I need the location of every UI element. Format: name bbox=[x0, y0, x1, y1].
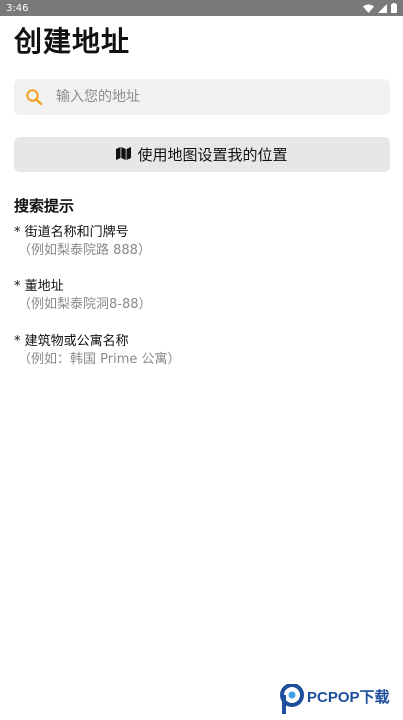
tips-title: 搜索提示 bbox=[14, 197, 75, 215]
map-icon bbox=[116, 146, 132, 164]
tip-item: * 建筑物或公寓名称 （例如：韩国 Prime 公寓） bbox=[14, 333, 181, 369]
tip-example: （例如：韩国 Prime 公寓） bbox=[18, 352, 181, 367]
tip-example: （例如梨泰院洞8-88） bbox=[18, 297, 152, 312]
battery-icon bbox=[391, 3, 397, 13]
status-bar: 3:46 bbox=[0, 0, 403, 16]
tip-main: * 董地址 bbox=[14, 279, 64, 294]
tip-example: （例如梨泰院路 888） bbox=[18, 243, 151, 258]
status-icons bbox=[363, 3, 397, 13]
use-map-button[interactable]: 使用地图设置我的位置 bbox=[14, 137, 390, 172]
watermark-subtext bbox=[307, 707, 390, 712]
watermark-brand: PCPOP下载 bbox=[307, 689, 390, 706]
watermark-logo: PCPOP下载 bbox=[280, 683, 390, 718]
watermark-p-icon bbox=[280, 683, 304, 718]
use-map-button-label: 使用地图设置我的位置 bbox=[137, 146, 288, 164]
search-field[interactable] bbox=[14, 79, 390, 115]
status-time: 3:46 bbox=[6, 2, 29, 14]
signal-icon bbox=[378, 3, 387, 13]
tip-main: * 建筑物或公寓名称 bbox=[14, 334, 129, 349]
search-icon bbox=[24, 87, 44, 107]
tip-main: * 街道名称和门牌号 bbox=[14, 225, 129, 240]
tip-item: * 街道名称和门牌号 （例如梨泰院路 888） bbox=[14, 224, 151, 260]
search-input[interactable] bbox=[56, 89, 356, 105]
tip-item: * 董地址 （例如梨泰院洞8-88） bbox=[14, 278, 152, 314]
wifi-icon bbox=[363, 4, 374, 13]
page-title: 创建地址 bbox=[14, 25, 131, 58]
